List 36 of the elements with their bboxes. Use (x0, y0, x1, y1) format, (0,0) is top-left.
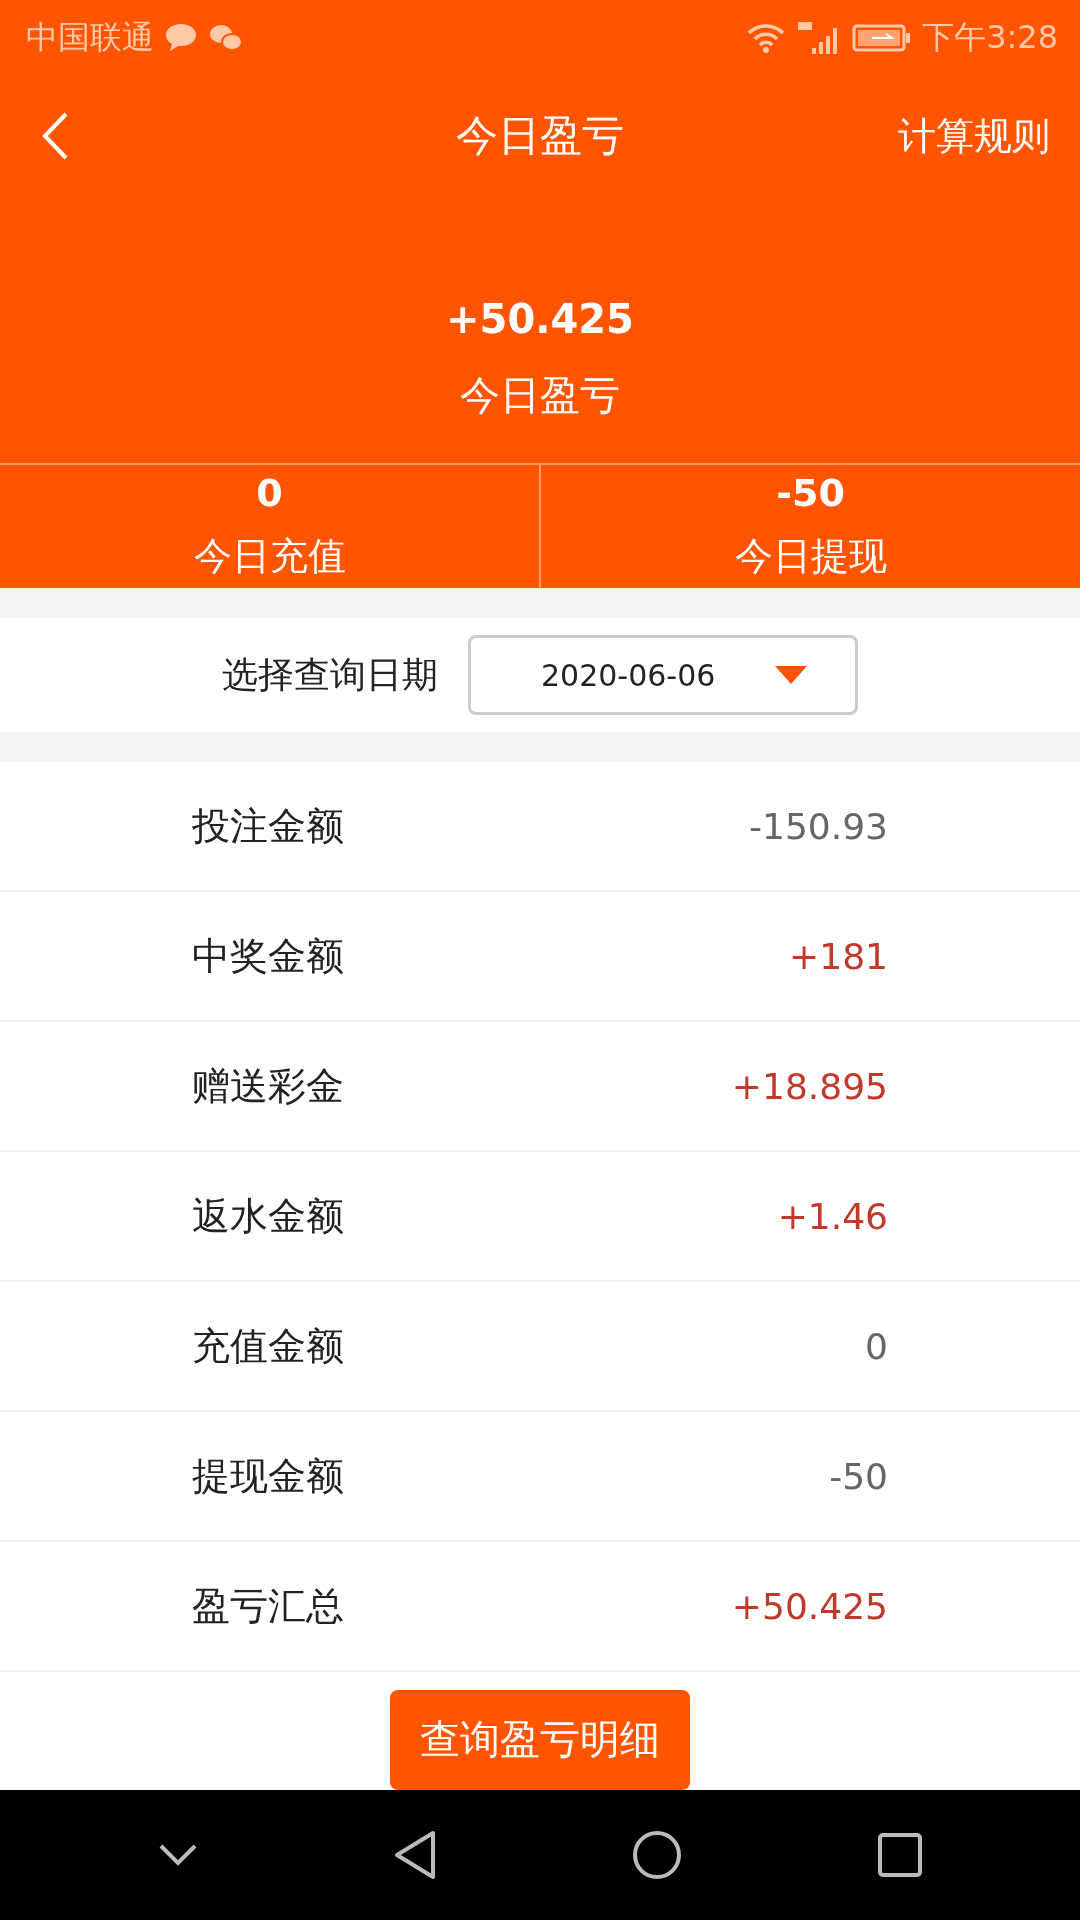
page-title: 今日盈亏 (456, 111, 624, 160)
row-value: +1.46 (777, 1195, 888, 1237)
row-value: 0 (865, 1325, 888, 1367)
back-icon[interactable] (40, 110, 70, 162)
recents-square-icon[interactable] (876, 1832, 923, 1878)
stat-value: 0 (256, 471, 283, 516)
row-label: 赠送彩金 (192, 1062, 344, 1110)
row-label: 盈亏汇总 (192, 1582, 344, 1630)
chevron-down-icon[interactable] (157, 1843, 198, 1867)
rules-link[interactable]: 计算规则 (898, 110, 1050, 162)
row-value: -150.93 (749, 805, 888, 847)
profit-value: +50.425 (446, 296, 634, 342)
row-label: 充值金额 (192, 1322, 344, 1370)
row-label: 中奖金额 (192, 932, 344, 980)
battery-icon (852, 23, 913, 53)
chat-bubble-icon (164, 22, 198, 54)
back-triangle-icon[interactable] (392, 1830, 437, 1880)
dropdown-caret-icon (775, 666, 807, 685)
row-label: 返水金额 (192, 1192, 344, 1240)
date-label: 选择查询日期 (222, 652, 438, 697)
date-dropdown[interactable]: 2020-06-06 (468, 635, 858, 716)
query-details-button[interactable]: 查询盈亏明细 (390, 1690, 690, 1790)
carrier-name: 中国联通 (26, 17, 154, 58)
status-time: 下午3:28 (922, 17, 1058, 58)
stat-value: -50 (776, 471, 845, 516)
row-value: -50 (829, 1455, 888, 1497)
home-circle-icon[interactable] (631, 1830, 682, 1880)
row-label: 投注金额 (192, 802, 344, 850)
stat-label: 今日提现 (734, 533, 887, 581)
wifi-icon (746, 22, 787, 54)
stat-label: 今日充值 (193, 533, 346, 581)
row-value: +50.425 (731, 1585, 888, 1627)
row-label: 提现金额 (192, 1452, 344, 1500)
row-value: +181 (789, 935, 888, 977)
row-value: +18.895 (731, 1065, 888, 1107)
profit-label: 今日盈亏 (460, 371, 620, 420)
